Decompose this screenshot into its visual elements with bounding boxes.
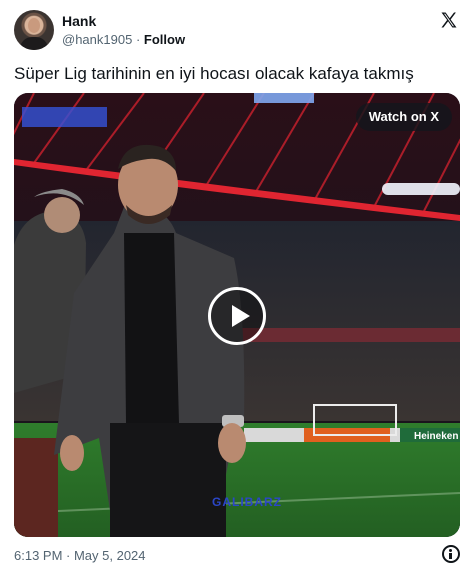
author-handle-row: @hank1905 · Follow — [62, 32, 185, 48]
tweet-timestamp[interactable]: 6:13 PM · May 5, 2024 — [14, 548, 146, 564]
play-icon[interactable] — [208, 287, 266, 345]
author-handle[interactable]: @hank1905 — [62, 32, 132, 47]
watch-on-x-button[interactable]: Watch on X — [355, 103, 452, 131]
info-icon[interactable] — [442, 545, 460, 563]
separator: · — [135, 32, 141, 47]
avatar-shirt — [20, 37, 48, 50]
tweet-header: Hank @hank1905 · Follow — [14, 10, 460, 52]
avatar-face — [28, 18, 40, 33]
author-name[interactable]: Hank — [62, 13, 96, 30]
board-heineken: Heineken — [414, 431, 458, 442]
tweet-text: Süper Lig tarihinin en iyi hocası olacak… — [14, 64, 414, 83]
x-logo-icon[interactable] — [440, 11, 458, 29]
video-watermark: GALIBARZ — [212, 495, 282, 509]
follow-button[interactable]: Follow — [144, 32, 185, 47]
avatar[interactable] — [14, 10, 54, 50]
video-player[interactable]: Heineken Watch on X GALIBARZ — [14, 93, 460, 537]
